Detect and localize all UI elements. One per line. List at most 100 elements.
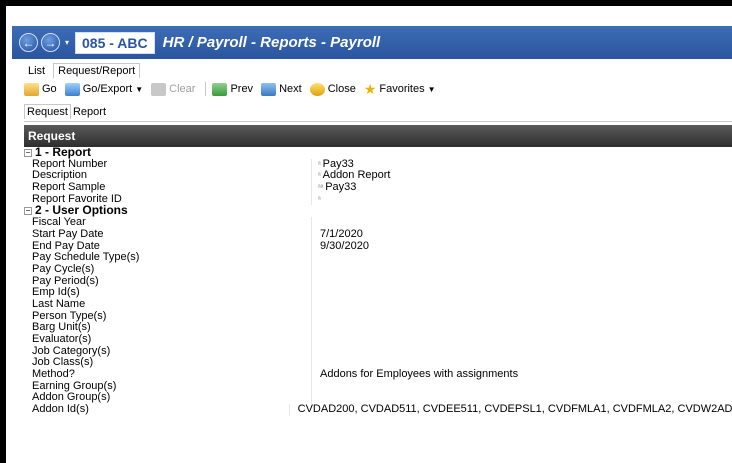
tab-list[interactable]: List	[24, 64, 49, 78]
sub-tab-strip: Request Report	[24, 103, 108, 119]
field-marker: ᵃ	[318, 195, 321, 203]
field-label: Barg Unit(s)	[24, 322, 312, 334]
field-value[interactable]	[312, 299, 320, 311]
section-title: −2 - User Options	[24, 205, 312, 217]
field-value-text: 9/30/2020	[320, 239, 369, 252]
field-row[interactable]: Job Category(s)	[24, 345, 732, 358]
toolbar: Go Go/Export ▼ Clear Prev Next Close ★ F…	[24, 80, 440, 98]
field-row[interactable]: Method? Addons for Employees with assignm…	[24, 368, 732, 381]
collapse-icon[interactable]: −	[24, 207, 32, 216]
tab-request-report[interactable]: Request/Report	[53, 63, 141, 78]
go-button[interactable]: Go	[24, 82, 61, 96]
folder-icon	[24, 82, 39, 96]
field-value[interactable]	[312, 381, 320, 393]
field-label: Last Name	[24, 298, 312, 311]
field-label: Evaluator(s)	[24, 334, 312, 346]
field-label: Emp Id(s)	[24, 287, 312, 299]
field-value[interactable]	[312, 276, 320, 288]
clear-label: Clear	[169, 83, 196, 95]
field-row[interactable]: Report Favorite ID ᵃ	[24, 193, 732, 206]
field-value[interactable]	[312, 217, 320, 229]
prev-button[interactable]: Prev	[212, 82, 257, 96]
field-row[interactable]: Addon Id(s) CVDAD200, CVDAD511, CVDEE511,…	[24, 403, 732, 416]
field-value[interactable]	[312, 264, 320, 276]
section-title-text: 1 - Report	[35, 147, 92, 159]
prev-label: Prev	[230, 83, 254, 95]
field-label: Addon Id(s)	[24, 404, 290, 416]
field-marker: ᵃ	[318, 172, 321, 180]
next-label: Next	[279, 83, 302, 95]
field-marker: ᵃᵃ	[318, 184, 324, 192]
field-value-text: 7/1/2020	[320, 227, 363, 240]
nav-dropdown-icon[interactable]: ▾	[65, 38, 69, 47]
field-row[interactable]: Barg Unit(s)	[24, 322, 732, 334]
tab-report[interactable]: Report	[71, 105, 108, 119]
field-value[interactable]: ᵃ	[312, 194, 323, 206]
field-row[interactable]: Pay Period(s)	[24, 275, 732, 288]
field-value[interactable]: 9/30/2020	[312, 239, 369, 253]
panel-header: Request	[24, 125, 732, 147]
app-window: ← → ▾ 085 - ABC HR / Payroll - Reports -…	[0, 0, 732, 463]
field-marker: ᵃ	[318, 160, 321, 168]
field-row[interactable]: Pay Schedule Type(s)	[24, 252, 732, 264]
field-label: Person Type(s)	[24, 310, 312, 323]
field-row[interactable]: Last Name	[24, 298, 732, 311]
close-label: Close	[327, 83, 356, 95]
page-title: HR / Payroll - Reports - Payroll	[162, 34, 381, 51]
forward-icon[interactable]: →	[41, 33, 60, 52]
go-label: Go	[42, 83, 57, 95]
field-label: Method?	[24, 369, 312, 381]
field-label: Fiscal Year	[24, 217, 312, 229]
field-row[interactable]: Start Pay Date 7/1/2020	[24, 227, 732, 241]
field-value[interactable]	[312, 346, 320, 358]
field-label: Job Category(s)	[24, 345, 312, 358]
property-grid: −1 - Report Report Number ᵃ Pay33 Descriptio…	[24, 147, 732, 416]
field-value[interactable]	[312, 287, 320, 299]
field-value-text: Pay33	[322, 157, 354, 170]
top-tab-strip: List Request/Report	[24, 62, 141, 78]
field-value[interactable]	[312, 311, 320, 323]
field-value[interactable]	[312, 357, 320, 369]
section-header[interactable]: −1 - Report	[24, 147, 732, 159]
field-label: Start Pay Date	[24, 228, 312, 241]
field-row[interactable]: Evaluator(s)	[24, 334, 732, 346]
field-label: Job Class(s)	[24, 357, 312, 370]
field-row[interactable]: Fiscal Year	[24, 217, 732, 229]
close-button[interactable]: Close	[309, 82, 360, 96]
field-label: Pay Schedule Type(s)	[24, 252, 312, 264]
tab-request[interactable]: Request	[24, 104, 71, 119]
go-export-button[interactable]: Go/Export ▼	[64, 82, 147, 96]
section-header[interactable]: −2 - User Options	[24, 205, 732, 218]
field-value[interactable]: Addons for Employees with assignments	[312, 368, 519, 381]
field-row[interactable]: End Pay Date 9/30/2020	[24, 239, 732, 253]
field-value[interactable]	[312, 322, 320, 334]
field-label: Report Sample	[24, 182, 312, 194]
chevron-down-icon: ▼	[135, 84, 144, 94]
field-label: Description	[24, 170, 312, 183]
next-button[interactable]: Next	[261, 82, 306, 96]
section-title-text: 2 - User Options	[35, 205, 128, 218]
entity-code: 085 - ABC	[75, 31, 155, 54]
field-row[interactable]: Pay Cycle(s)	[24, 263, 732, 276]
back-icon[interactable]: ←	[19, 33, 38, 52]
field-value[interactable]: CVDAD200, CVDAD511, CVDEE511, CVDEPSL1, …	[290, 403, 732, 416]
field-value-text: Addons for Employees with assignments	[320, 368, 519, 381]
field-value[interactable]	[312, 252, 320, 264]
section-title: −1 - Report	[24, 147, 312, 159]
field-value[interactable]: ᵃᵃ Pay33	[312, 181, 356, 194]
field-row[interactable]: Report Sample ᵃᵃ Pay33	[24, 181, 732, 194]
field-label: End Pay Date	[24, 240, 312, 253]
collapse-icon[interactable]: −	[24, 148, 32, 157]
field-row[interactable]: Earning Group(s)	[24, 380, 732, 393]
go-export-label: Go/Export	[82, 83, 133, 95]
field-row[interactable]: Description ᵃ Addon Report	[24, 170, 732, 183]
next-icon	[261, 82, 277, 96]
clear-icon	[151, 82, 167, 96]
field-row[interactable]: Person Type(s)	[24, 310, 732, 323]
field-row[interactable]: Emp Id(s)	[24, 287, 732, 299]
clear-button[interactable]: Clear	[151, 82, 199, 96]
favorites-button[interactable]: ★ Favorites ▼	[364, 82, 440, 96]
prev-icon	[212, 82, 228, 96]
field-value[interactable]	[312, 334, 320, 346]
toolbar-divider	[205, 82, 207, 96]
